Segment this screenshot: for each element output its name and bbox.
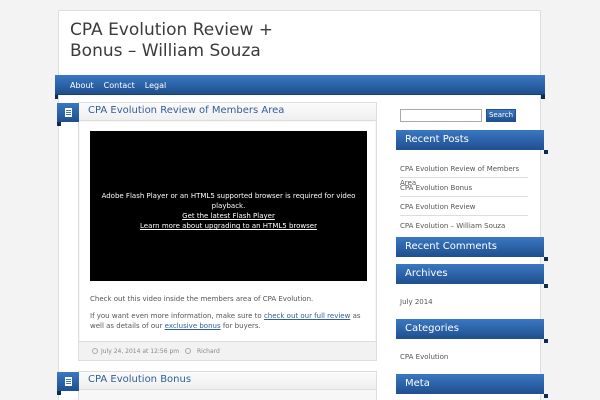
nav-ribbon-right	[541, 95, 545, 99]
recent-post-item[interactable]: CPA Evolution Review of Members Area	[400, 159, 528, 187]
recent-post-item[interactable]: CPA Evolution Review	[400, 197, 528, 216]
video-player[interactable]: Adobe Flash Player or an HTML5 supported…	[90, 131, 367, 281]
main-nav: About Contact Legal	[55, 75, 545, 95]
document-icon	[64, 377, 72, 386]
post-author[interactable]: Richard	[197, 348, 220, 355]
post-body: Adobe Flash Player or an HTML5 supported…	[80, 122, 375, 342]
recent-post-item[interactable]: CPA Evolution – William Souza	[400, 216, 528, 235]
nav-item-contact[interactable]: Contact	[104, 81, 135, 90]
user-icon	[185, 348, 191, 354]
site-title[interactable]: CPA Evolution Review + Bonus – William S…	[70, 20, 273, 62]
category-item[interactable]: CPA Evolution	[400, 353, 448, 361]
post-article: CPA Evolution Review of Members Area Ado…	[57, 102, 377, 361]
widget-title-meta: Meta	[396, 374, 548, 398]
recent-post-item[interactable]: CPA Evolution Bonus	[400, 178, 528, 197]
post-icon-ribbon	[57, 391, 61, 395]
post-paragraph-2: If you want even more information, make …	[90, 311, 370, 331]
widget-title-categories: Categories	[396, 319, 548, 343]
flash-player-link[interactable]: Get the latest Flash Player	[182, 212, 275, 220]
search-button[interactable]: Search	[486, 109, 516, 122]
paragraph-text: for buyers.	[220, 322, 261, 330]
document-icon	[64, 108, 72, 117]
post-date[interactable]: July 24, 2014 at 12:56 pm	[101, 348, 179, 355]
post-paragraph-1: Check out this video inside the members …	[90, 295, 314, 303]
search-input[interactable]	[400, 109, 482, 122]
post-meta: July 24, 2014 at 12:56 pm Richard	[79, 341, 376, 360]
paragraph-text: If you want even more information, make …	[90, 312, 264, 320]
widget-title-recent-posts: Recent Posts	[396, 130, 548, 154]
widget-title-recent-comments: Recent Comments	[396, 237, 548, 261]
exclusive-bonus-link[interactable]: exclusive bonus	[165, 322, 221, 330]
post-icon-badge	[57, 372, 79, 391]
post-header: CPA Evolution Review of Members Area	[57, 103, 376, 126]
post-title[interactable]: CPA Evolution Bonus	[88, 374, 191, 385]
nav-item-about[interactable]: About	[70, 81, 94, 90]
video-message: Adobe Flash Player or an HTML5 supported…	[101, 192, 356, 210]
post-header: CPA Evolution Bonus	[57, 372, 376, 395]
site-header: CPA Evolution Review + Bonus – William S…	[58, 10, 541, 78]
post-icon-badge	[57, 103, 79, 122]
widget-title-archives: Archives	[396, 264, 548, 288]
clock-icon	[92, 348, 98, 354]
recent-posts-list: CPA Evolution Review of Members Area CPA…	[400, 159, 528, 235]
html5-browser-link[interactable]: Learn more about upgrading to an HTML5 b…	[140, 222, 317, 230]
full-review-link[interactable]: check out our full review	[264, 312, 350, 320]
post-article: CPA Evolution Bonus	[57, 371, 377, 400]
site-title-line1[interactable]: CPA Evolution Review +	[70, 20, 273, 41]
post-title[interactable]: CPA Evolution Review of Members Area	[88, 105, 284, 116]
archive-item[interactable]: July 2014	[400, 298, 433, 306]
site-title-line2[interactable]: Bonus – William Souza	[70, 41, 273, 62]
post-icon-ribbon	[57, 122, 61, 126]
nav-item-legal[interactable]: Legal	[145, 81, 166, 90]
